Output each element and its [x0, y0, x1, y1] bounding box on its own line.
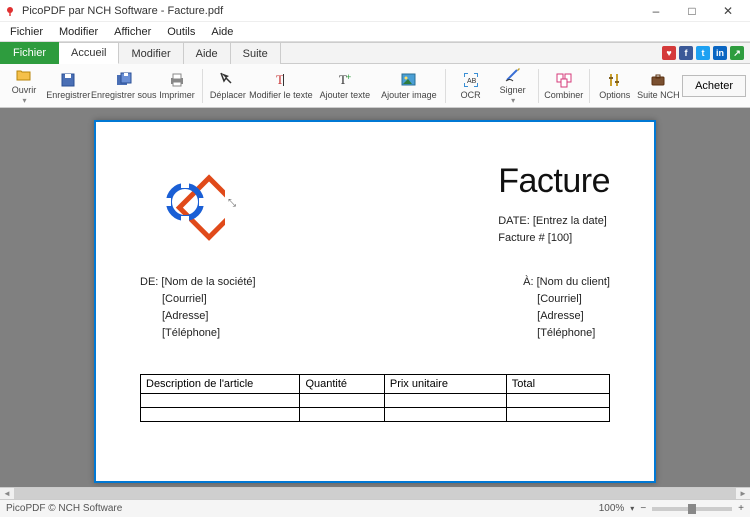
maximize-button[interactable]: □ — [674, 0, 710, 22]
suite-button[interactable]: Suite NCH — [637, 66, 680, 106]
resize-handle-icon[interactable]: ⤡ — [228, 198, 236, 209]
svg-text:AB: AB — [467, 78, 477, 85]
menu-bar: Fichier Modifier Afficher Outils Aide — [0, 22, 750, 42]
saveas-button[interactable]: Enregistrer sous — [93, 66, 155, 106]
save-icon — [59, 71, 77, 89]
app-icon — [4, 5, 16, 17]
menu-help[interactable]: Aide — [203, 24, 241, 40]
buy-button[interactable]: Acheter — [682, 75, 746, 97]
table-row — [141, 408, 610, 422]
zoom-slider[interactable] — [652, 507, 732, 511]
combine-icon — [555, 71, 573, 89]
twitter-icon[interactable]: t — [696, 46, 710, 60]
status-bar: PicoPDF © NCH Software 100% ▾ − + — [0, 499, 750, 517]
ocr-button[interactable]: AB OCR — [451, 66, 491, 106]
tab-help[interactable]: Aide — [184, 42, 231, 64]
invnum-value: [100] — [548, 232, 572, 244]
suite-icon — [649, 71, 667, 89]
menu-view[interactable]: Afficher — [106, 24, 159, 40]
ribbon-tabs: Fichier Accueil Modifier Aide Suite ♥ f … — [0, 42, 750, 64]
table-row — [141, 394, 610, 408]
minimize-button[interactable]: – — [638, 0, 674, 22]
like-icon[interactable]: ♥ — [662, 46, 676, 60]
linkedin-icon[interactable]: in — [713, 46, 727, 60]
tab-file[interactable]: Fichier — [0, 42, 59, 64]
horizontal-scrollbar[interactable]: ◄ ► — [0, 487, 750, 499]
window-title: PicoPDF par NCH Software - Facture.pdf — [22, 5, 638, 17]
tab-suite[interactable]: Suite — [231, 42, 281, 64]
add-image-icon — [400, 71, 418, 89]
svg-text:T: T — [276, 72, 284, 87]
options-icon — [606, 71, 624, 89]
menu-file[interactable]: Fichier — [2, 24, 51, 40]
date-value: [Entrez la date] — [533, 215, 607, 227]
col-price: Prix unitaire — [384, 375, 506, 394]
saveas-icon — [115, 71, 133, 89]
share-icon[interactable]: ↗ — [730, 46, 744, 60]
print-icon — [168, 71, 186, 89]
menu-edit[interactable]: Modifier — [51, 24, 106, 40]
add-image-button[interactable]: Ajouter image — [378, 66, 440, 106]
invnum-label: Facture # — [498, 232, 544, 244]
col-qty: Quantité — [300, 375, 384, 394]
invoice-title: Facture — [498, 162, 610, 201]
pdf-page[interactable]: ⤡ Facture DATE: [Entrez la date] Facture… — [94, 120, 656, 483]
print-button[interactable]: Imprimer — [157, 66, 197, 106]
sign-button[interactable]: Signer▾ — [493, 66, 533, 106]
to-block: À: [Nom du client] [Courriel] [Adresse] … — [523, 274, 610, 342]
from-block: DE: [Nom de la société] [Courriel] [Adre… — [140, 274, 256, 342]
save-button[interactable]: Enregistrer — [46, 66, 91, 106]
zoom-controls: 100% ▾ − + — [599, 503, 744, 514]
folder-open-icon — [15, 66, 33, 84]
svg-text:+: + — [346, 72, 351, 82]
company-logo: ⤡ — [140, 162, 230, 242]
facebook-icon[interactable]: f — [679, 46, 693, 60]
zoom-in-button[interactable]: + — [738, 503, 744, 514]
scroll-left-arrow[interactable]: ◄ — [0, 488, 14, 499]
move-icon — [219, 71, 237, 89]
scroll-right-arrow[interactable]: ► — [736, 488, 750, 499]
move-button[interactable]: Déplacer — [208, 66, 248, 106]
tab-home[interactable]: Accueil — [59, 42, 119, 64]
col-desc: Description de l'article — [141, 375, 300, 394]
zoom-dropdown-icon[interactable]: ▾ — [630, 504, 634, 513]
close-button[interactable]: ✕ — [710, 0, 746, 22]
zoom-value: 100% — [599, 503, 625, 514]
date-label: DATE: — [498, 215, 530, 227]
add-text-icon: T+ — [336, 71, 354, 89]
edit-text-icon: T — [272, 71, 290, 89]
sign-icon — [504, 66, 522, 84]
options-button[interactable]: Options — [595, 66, 635, 106]
workspace: ⤡ Facture DATE: [Entrez la date] Facture… — [0, 108, 750, 487]
items-table: Description de l'article Quantité Prix u… — [140, 374, 610, 422]
col-total: Total — [506, 375, 609, 394]
title-bar: PicoPDF par NCH Software - Facture.pdf –… — [0, 0, 750, 22]
status-copyright: PicoPDF © NCH Software — [6, 503, 122, 514]
menu-tools[interactable]: Outils — [159, 24, 203, 40]
ribbon-spacer: ♥ f t in ↗ — [281, 42, 750, 64]
toolbar: Ouvrir▾ Enregistrer Enregistrer sous Imp… — [0, 64, 750, 108]
open-button[interactable]: Ouvrir▾ — [4, 66, 44, 106]
tab-edit[interactable]: Modifier — [119, 42, 183, 64]
zoom-out-button[interactable]: − — [640, 503, 646, 514]
add-text-button[interactable]: T+ Ajouter texte — [314, 66, 376, 106]
combine-button[interactable]: Combiner — [544, 66, 584, 106]
ocr-icon: AB — [462, 71, 480, 89]
edit-text-button[interactable]: T Modifier le texte — [250, 66, 312, 106]
